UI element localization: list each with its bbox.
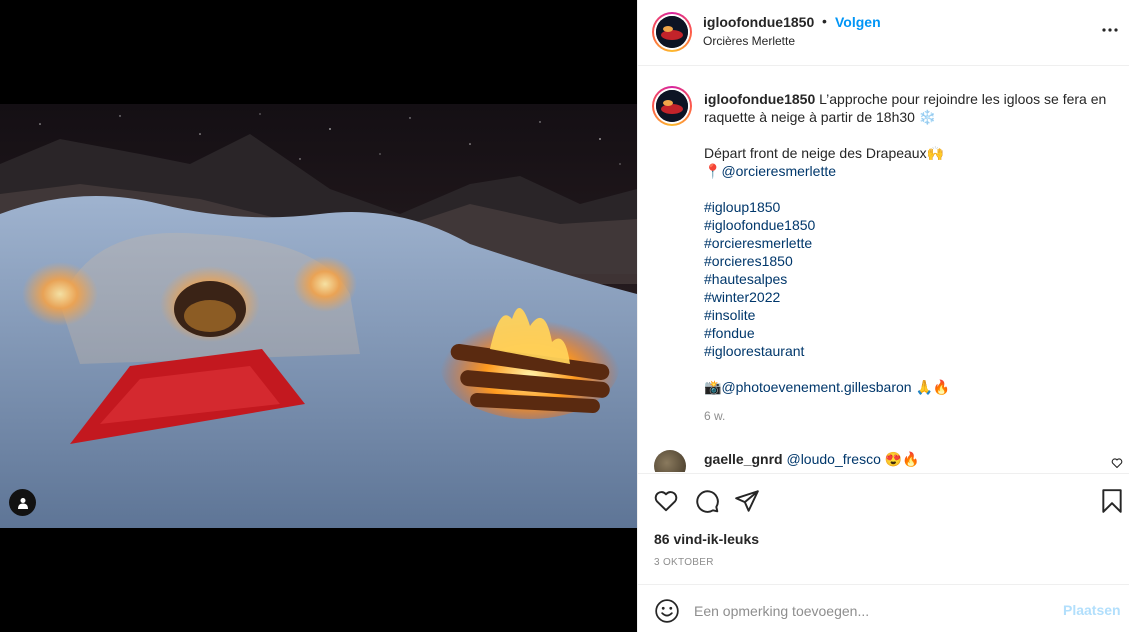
follow-button[interactable]: Volgen <box>835 14 881 30</box>
media-area <box>0 0 637 632</box>
hashtag-link[interactable]: #winter2022 <box>704 289 780 305</box>
comments-section: igloofondue1850 L’approche pour rejoindr… <box>638 67 1129 472</box>
caption-line: L’approche pour rejoindre les igloos se … <box>819 91 1107 107</box>
comment-button[interactable] <box>694 488 720 514</box>
post-comment-button[interactable]: Plaatsen <box>1063 602 1121 618</box>
post-location[interactable]: Orcières Merlette <box>703 34 795 48</box>
save-button[interactable] <box>1099 488 1125 514</box>
camera-emoji: 📸 <box>704 379 722 395</box>
caption-author-avatar[interactable] <box>652 86 692 126</box>
author-avatar[interactable] <box>652 12 692 52</box>
commenter-avatar[interactable] <box>654 450 686 472</box>
likes-count[interactable]: 86 vind-ik-leuks <box>654 531 759 547</box>
caption-line: raquette à neige à partir de 18h30 ❄️ <box>704 109 937 125</box>
caption-text: igloofondue1850 L’approche pour rejoindr… <box>704 90 1122 396</box>
heart-icon <box>1111 458 1123 469</box>
comment-like-button[interactable] <box>1111 456 1123 472</box>
comment-item: gaelle_gnrd @loudo_fresco 😍🔥 <box>638 448 1129 472</box>
mention-link[interactable]: @photoevenement.gillesbaron <box>721 379 911 395</box>
post-detail-panel: igloofondue1850 • Volgen Orcières Merlet… <box>637 0 1129 632</box>
igloo-photo-image <box>0 104 637 528</box>
more-options-button[interactable] <box>1100 20 1120 40</box>
hashtag-link[interactable]: #igloofondue1850 <box>704 217 815 233</box>
more-icon <box>1102 28 1118 32</box>
add-comment-bar: Plaatsen <box>638 586 1129 632</box>
paper-plane-icon <box>735 490 759 512</box>
hashtag-link[interactable]: #orcieresmerlette <box>704 235 812 251</box>
hashtag-link[interactable]: #igloup1850 <box>704 199 780 215</box>
emoji-picker-button[interactable] <box>654 598 680 624</box>
post-photo[interactable] <box>0 104 637 528</box>
pin-emoji: 📍 <box>704 163 722 179</box>
hashtag-link[interactable]: #hautesalpes <box>704 271 787 287</box>
author-username[interactable]: igloofondue1850 <box>703 14 814 30</box>
like-button[interactable] <box>653 488 679 514</box>
caption-timestamp[interactable]: 6 w. <box>704 409 725 423</box>
share-button[interactable] <box>734 488 760 514</box>
post-header: igloofondue1850 • Volgen Orcières Merlet… <box>638 0 1129 66</box>
hashtag-link[interactable]: #fondue <box>704 325 755 341</box>
post-actions: 86 vind-ik-leuks 3 oktober <box>638 473 1129 585</box>
header-separator: • <box>822 13 827 29</box>
avatar-image <box>656 16 688 48</box>
post-date[interactable]: 3 oktober <box>654 557 714 568</box>
smiley-icon <box>655 599 679 623</box>
avatar-image <box>656 90 688 122</box>
bookmark-icon <box>1102 489 1122 513</box>
commenter-username[interactable]: gaelle_gnrd <box>704 451 783 467</box>
user-icon <box>17 497 28 509</box>
hashtag-link[interactable]: #igloorestaurant <box>704 343 804 359</box>
caption-line: Départ front de neige des Drapeaux🙌 <box>704 145 945 161</box>
comment-text: gaelle_gnrd @loudo_fresco 😍🔥 <box>704 451 920 468</box>
comment-icon <box>696 490 719 513</box>
caption-username[interactable]: igloofondue1850 <box>704 91 815 107</box>
mention-link[interactable]: @loudo_fresco <box>786 451 880 467</box>
hashtag-link[interactable]: #orcieres1850 <box>704 253 793 269</box>
comment-input[interactable] <box>694 599 1054 623</box>
mention-link[interactable]: @orcieresmerlette <box>721 163 836 179</box>
caption-emoji: 🙏🔥 <box>911 379 951 395</box>
hashtag-link[interactable]: #insolite <box>704 307 755 323</box>
tagged-user-button[interactable] <box>9 489 36 516</box>
heart-icon <box>654 491 678 512</box>
comment-emoji: 😍🔥 <box>880 451 920 467</box>
